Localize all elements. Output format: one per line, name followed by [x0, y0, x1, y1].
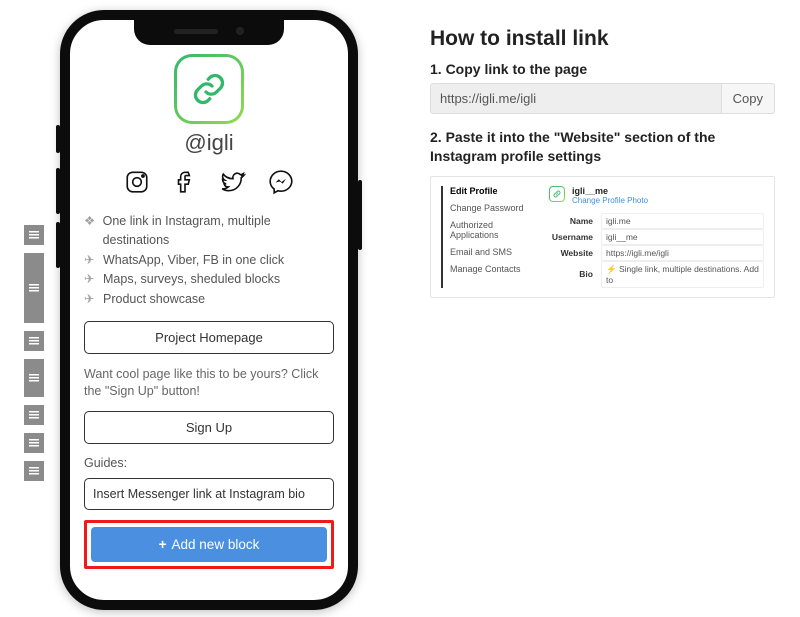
- phone-side-button: [56, 125, 60, 153]
- project-homepage-button[interactable]: Project Homepage: [84, 321, 334, 354]
- app-logo: [174, 54, 244, 124]
- ig-menu-item: Change Password: [450, 203, 537, 213]
- ig-menu-item: Manage Contacts: [450, 264, 537, 274]
- instagram-icon[interactable]: [123, 168, 151, 196]
- drag-handle[interactable]: [24, 405, 44, 425]
- twitter-icon[interactable]: [219, 168, 247, 196]
- copy-link-row: Copy: [430, 83, 775, 114]
- link-input[interactable]: [431, 84, 721, 113]
- social-icons-row: [84, 168, 334, 196]
- sign-up-button[interactable]: Sign Up: [84, 411, 334, 444]
- messenger-link-button[interactable]: Insert Messenger link at Instagram bio: [84, 478, 334, 510]
- feature-item: ✈Product showcase: [84, 290, 334, 309]
- drag-handle[interactable]: [24, 225, 44, 245]
- step-1-label: 1. Copy link to the page: [430, 61, 775, 77]
- ig-field-row: Websitehttps://igli.me/igli: [549, 245, 764, 261]
- step-2-label: 2. Paste it into the "Website" section o…: [430, 128, 775, 166]
- ig-menu: Edit Profile Change Password Authorized Ap…: [441, 186, 537, 288]
- feature-item: ✈WhatsApp, Viber, FB in one click: [84, 251, 334, 270]
- logo-wrap: [84, 54, 334, 124]
- drag-handle[interactable]: [24, 331, 44, 351]
- ig-menu-item: Email and SMS: [450, 247, 537, 257]
- feature-item: ✈Maps, surveys, sheduled blocks: [84, 270, 334, 289]
- instructions-title: How to install link: [430, 27, 775, 51]
- phone-side-button: [358, 180, 362, 250]
- ig-form: igli__me Change Profile Photo Nameigli.m…: [549, 186, 764, 288]
- messenger-icon[interactable]: [267, 168, 295, 196]
- add-new-block-button[interactable]: + Add new block: [91, 527, 327, 562]
- add-new-block-highlight: + Add new block: [84, 520, 334, 569]
- ig-field-row: Bio⚡ Single link, multiple destinations.…: [549, 261, 764, 288]
- install-instructions: How to install link 1. Copy link to the …: [430, 27, 775, 298]
- drag-handle[interactable]: [24, 359, 44, 397]
- ig-menu-item: Authorized Applications: [450, 220, 537, 240]
- drag-handle[interactable]: [24, 461, 44, 481]
- phone-screen: @igli ❖One link in Instagram, multiple d…: [70, 20, 348, 600]
- phone-side-button: [56, 168, 60, 214]
- drag-handle[interactable]: [24, 433, 44, 453]
- ig-change-photo-link: Change Profile Photo: [572, 196, 648, 205]
- facebook-icon[interactable]: [171, 168, 199, 196]
- phone-notch: [134, 19, 284, 45]
- copy-button[interactable]: Copy: [721, 84, 774, 113]
- phone-side-button: [56, 222, 60, 268]
- instagram-settings-preview: Edit Profile Change Password Authorized Ap…: [430, 176, 775, 298]
- add-new-block-label: Add new block: [172, 537, 260, 552]
- drag-handle[interactable]: [24, 253, 44, 323]
- ig-field-row: Nameigli.me: [549, 213, 764, 229]
- feature-item: ❖One link in Instagram, multiple destina…: [84, 212, 334, 251]
- plus-icon: +: [159, 537, 167, 552]
- mini-logo: [549, 186, 565, 202]
- guides-label: Guides:: [84, 456, 334, 470]
- ig-username: igli__me: [572, 186, 648, 196]
- phone-mockup: @igli ❖One link in Instagram, multiple d…: [60, 10, 358, 610]
- username: @igli: [84, 130, 334, 156]
- sidebar-drag-handles: [24, 225, 44, 489]
- ig-menu-item: Edit Profile: [450, 186, 537, 196]
- signup-hint: Want cool page like this to be yours? Cl…: [84, 366, 334, 401]
- feature-list: ❖One link in Instagram, multiple destina…: [84, 212, 334, 309]
- ig-field-row: Usernameigli__me: [549, 229, 764, 245]
